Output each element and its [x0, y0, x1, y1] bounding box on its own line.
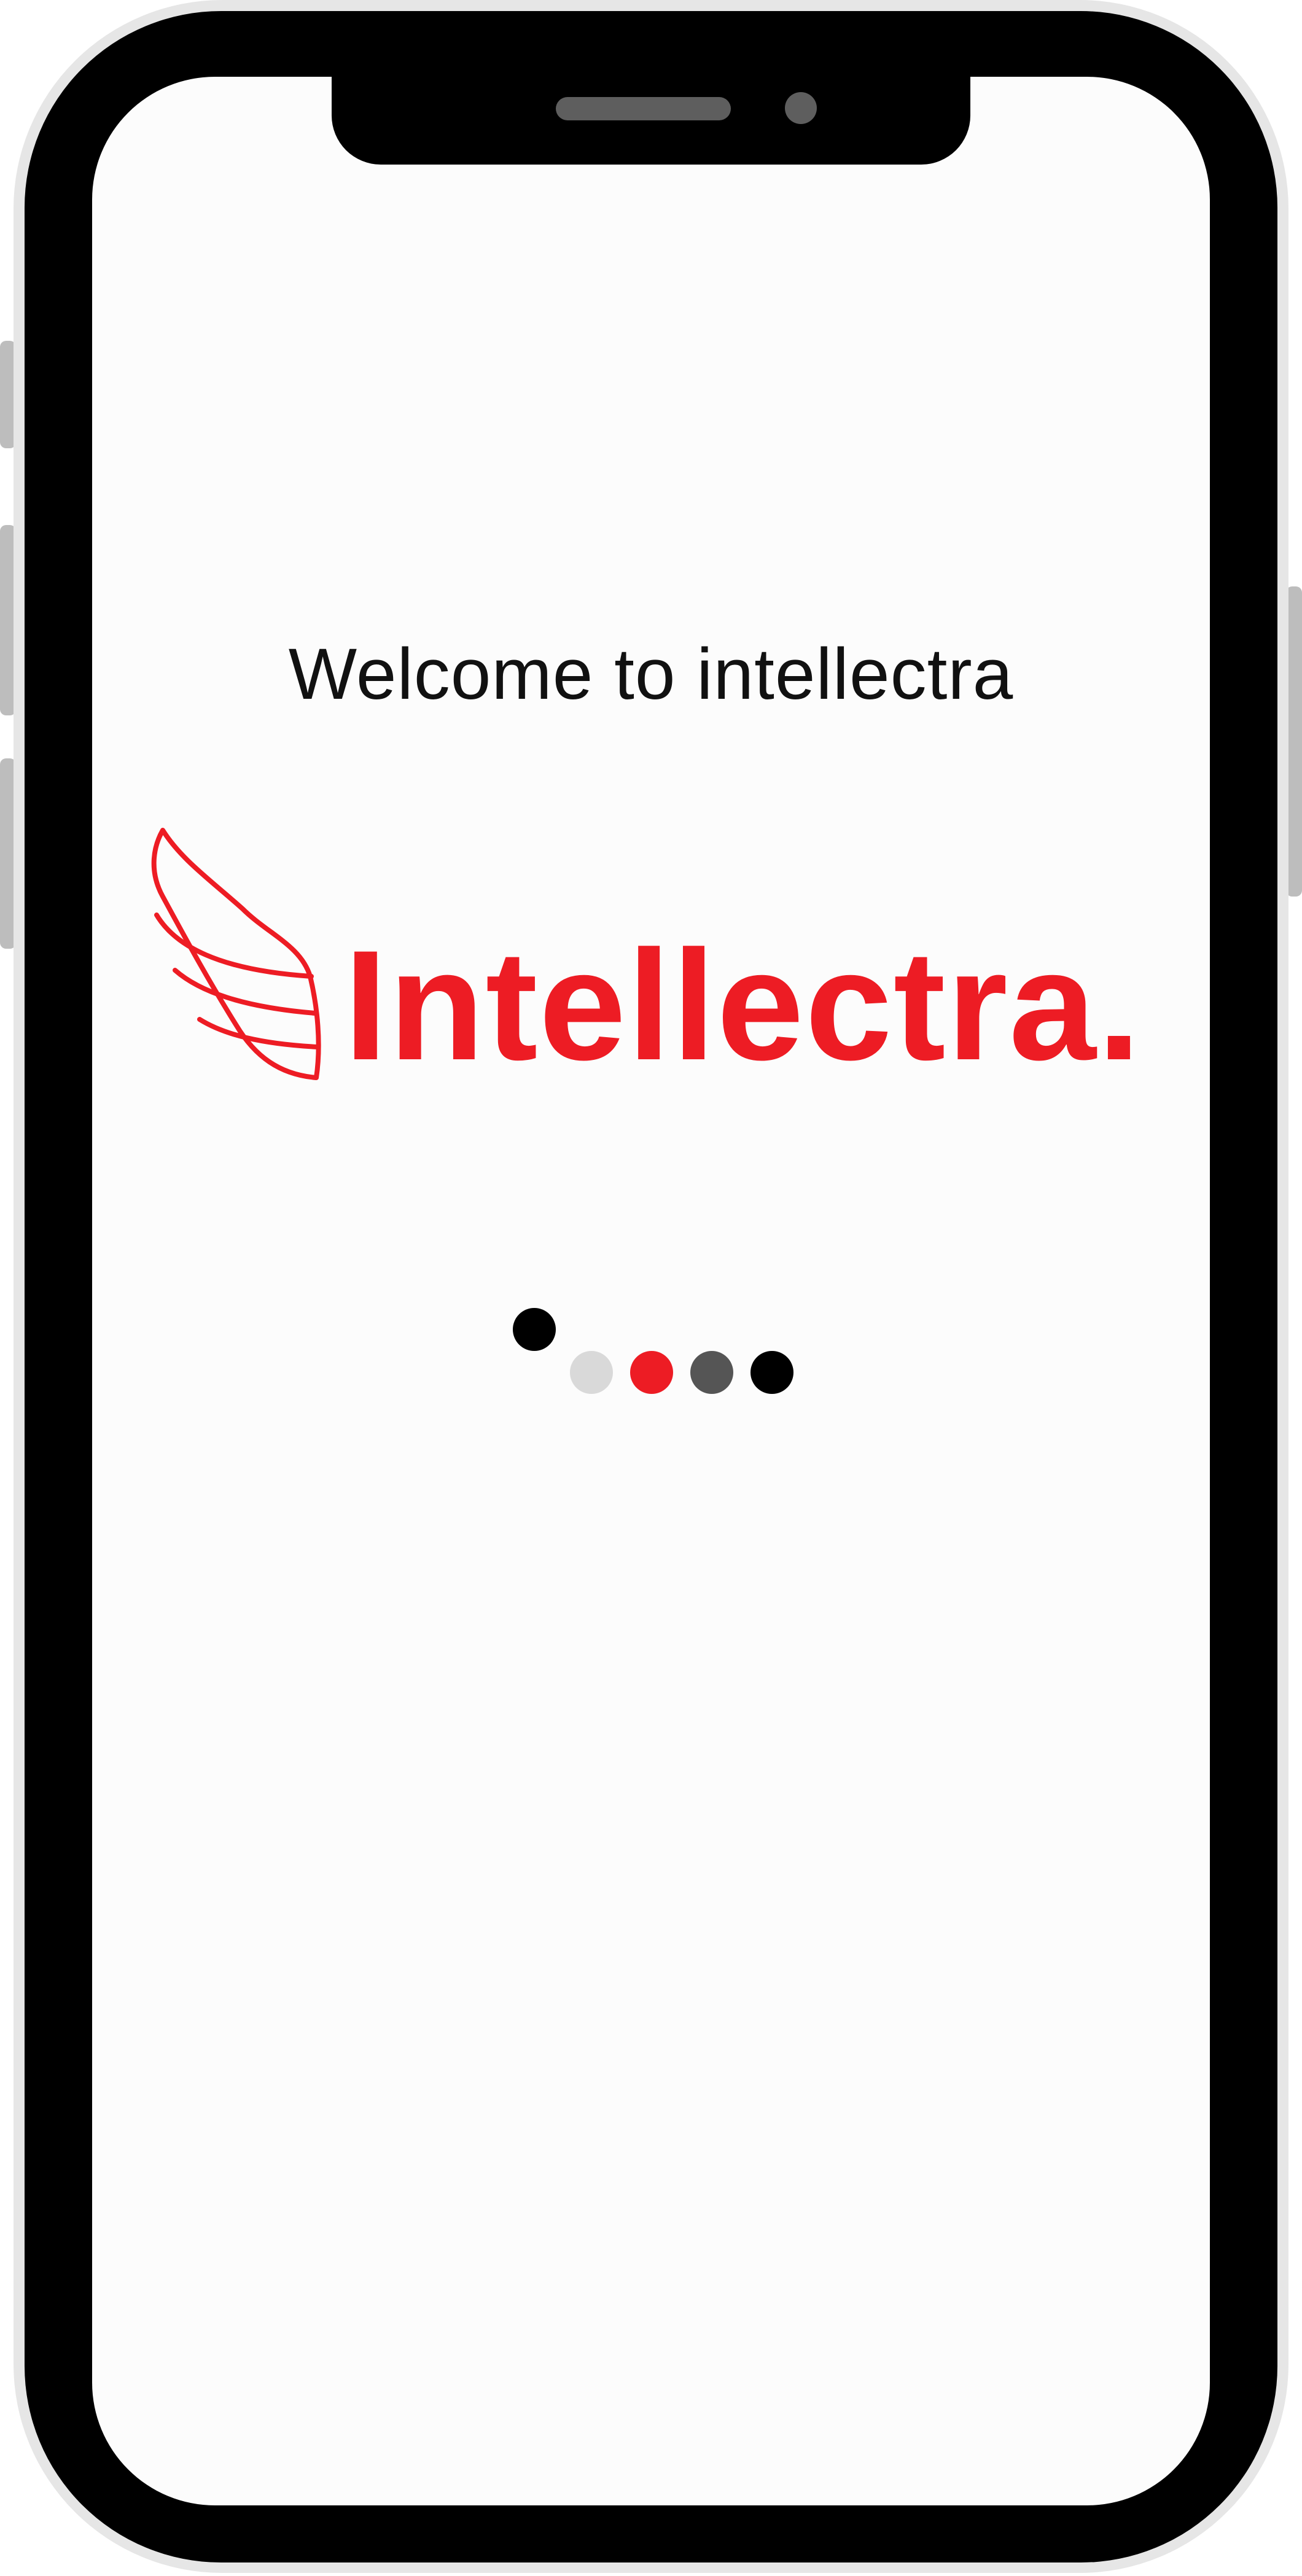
wing-icon	[151, 828, 321, 1080]
phone-screen	[92, 77, 1210, 2505]
intellectra-logo: Intellectra.	[144, 823, 1141, 1093]
welcome-title: Welcome to intellectra	[288, 634, 1014, 715]
speaker-icon	[556, 97, 731, 120]
device-mockup: Welcome to intellectra Intellectra.	[0, 0, 1302, 2576]
logo-wordmark: Intellectra.	[344, 918, 1142, 1093]
front-camera-icon	[785, 92, 817, 124]
